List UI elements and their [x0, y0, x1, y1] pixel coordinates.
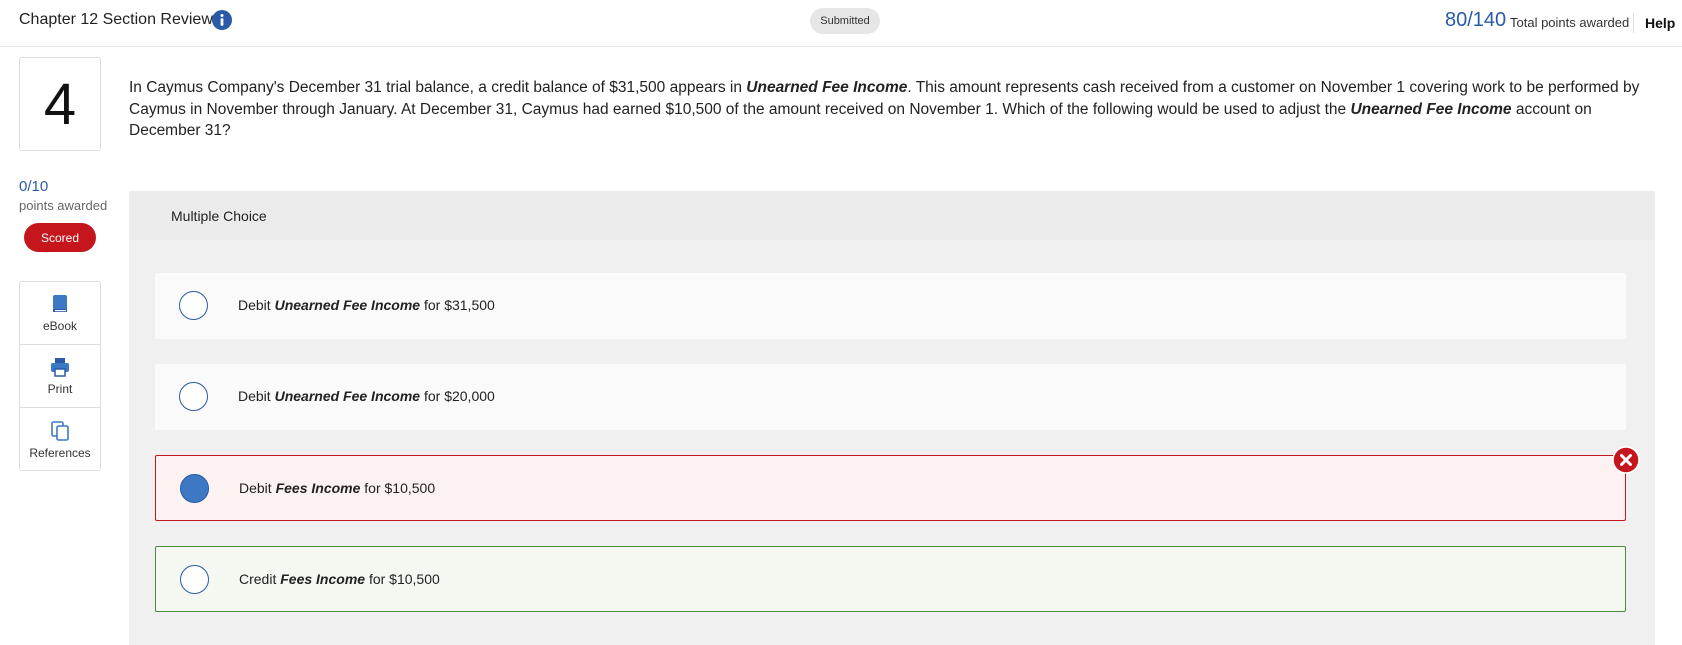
choice-account: Unearned Fee Income [274, 297, 421, 313]
choice-account: Fees Income [275, 480, 361, 496]
scored-badge: Scored [24, 223, 96, 252]
choice-text: Credit Fees Income for $10,500 [239, 571, 440, 587]
header-divider [1633, 13, 1634, 33]
choice-account: Unearned Fee Income [274, 388, 421, 404]
question-text-part: In Caymus Company's December 31 trial ba… [129, 79, 747, 96]
choice-option-3[interactable]: Debit Fees Income for $10,500 [155, 446, 1640, 521]
radio-button-selected[interactable] [180, 474, 209, 503]
account-name: Unearned Fee Income [746, 79, 908, 96]
print-button[interactable]: Print [20, 345, 100, 408]
account-name: Unearned Fee Income [1350, 100, 1512, 118]
radio-button[interactable] [179, 291, 208, 320]
help-link[interactable]: Help [1645, 15, 1675, 31]
choice-text: Debit Unearned Fee Income for $31,500 [238, 297, 495, 313]
info-icon[interactable] [212, 10, 232, 30]
book-icon [53, 295, 67, 312]
choice-text: Debit Fees Income for $10,500 [239, 480, 435, 496]
printer-icon [51, 358, 69, 377]
choice-suffix: for $31,500 [420, 297, 495, 313]
choice-prefix: Debit [239, 480, 276, 496]
choice-prefix: Debit [238, 388, 275, 404]
multiple-choice-panel: Multiple Choice Debit Unearned Fee Incom… [129, 191, 1655, 645]
references-button[interactable]: References [20, 408, 100, 471]
multiple-choice-header: Multiple Choice [129, 191, 1655, 240]
total-score-label: Total points awarded [1510, 15, 1630, 30]
radio-button[interactable] [179, 382, 208, 411]
tools-panel: eBook Print References [19, 281, 101, 471]
ebook-button[interactable]: eBook [20, 282, 100, 345]
top-header: Chapter 12 Section Review Submitted 80/1… [0, 0, 1682, 47]
choice-suffix: for $10,500 [360, 480, 436, 496]
question-text: In Caymus Company's December 31 trial ba… [129, 77, 1659, 142]
points-label: points awarded [19, 198, 108, 213]
choice-account: Fees Income [280, 571, 366, 587]
print-label: Print [47, 382, 73, 396]
choice-suffix: for $10,500 [365, 571, 440, 587]
ebook-label: eBook [42, 319, 78, 333]
choice-prefix: Debit [238, 297, 275, 313]
total-score: 80/140 [1445, 9, 1507, 31]
choice-text: Debit Unearned Fee Income for $20,000 [238, 388, 495, 404]
references-label: References [29, 445, 91, 460]
status-badge: Submitted [810, 8, 880, 34]
copy-icon [51, 420, 69, 441]
choice-option-2[interactable]: Debit Unearned Fee Income for $20,000 [155, 364, 1626, 430]
radio-button[interactable] [180, 565, 209, 594]
choice-option-4[interactable]: Credit Fees Income for $10,500 [155, 546, 1626, 612]
choice-suffix: for $20,000 [420, 388, 495, 404]
question-number: 4 [19, 57, 101, 151]
incorrect-x-icon [1612, 446, 1640, 474]
assignment-title: Chapter 12 Section Review [19, 11, 213, 28]
choice-prefix: Credit [239, 571, 281, 587]
points-value: 0/10 [19, 178, 49, 195]
choice-option-1[interactable]: Debit Unearned Fee Income for $31,500 [155, 273, 1626, 339]
multiple-choice-title: Multiple Choice [171, 208, 267, 224]
